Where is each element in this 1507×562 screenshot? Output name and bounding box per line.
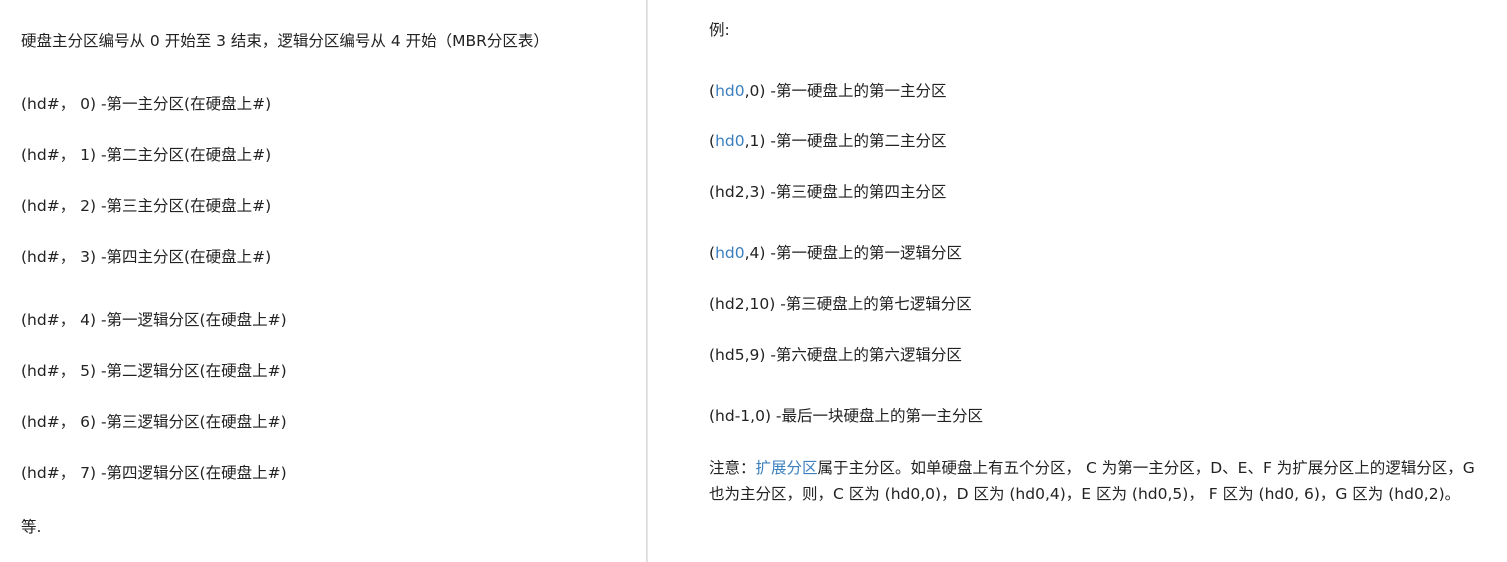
example-entry: (hd0,1) -第一硬盘上的第二主分区	[709, 131, 946, 151]
hd0-link[interactable]: hd0	[715, 132, 745, 150]
etc-text: 等.	[21, 518, 42, 536]
partition-entry: (hd#， 7) -第四逻辑分区(在硬盘上#)	[21, 464, 287, 482]
example-rest: ,4) -第一硬盘上的第一逻辑分区	[744, 244, 962, 262]
example-entry: (hd5,9) -第六硬盘上的第六逻辑分区	[709, 345, 962, 365]
partition-entry: (hd#， 2) -第三主分区(在硬盘上#)	[21, 197, 272, 215]
partition-entry: (hd#， 1) -第二主分区(在硬盘上#)	[21, 146, 272, 164]
example-entry: (hd2,10) -第三硬盘上的第七逻辑分区	[709, 294, 972, 314]
example-rest: ,0) -第一硬盘上的第一主分区	[744, 82, 947, 100]
partition-entry: (hd#， 3) -第四主分区(在硬盘上#)	[21, 248, 272, 266]
example-entry: (hd-1,0) -最后一块硬盘上的第一主分区	[709, 406, 983, 426]
example-rest: (hd2,3) -第三硬盘上的第四主分区	[709, 183, 947, 201]
example-rest: ,1) -第一硬盘上的第二主分区	[744, 132, 947, 150]
partition-entry: (hd#， 5) -第二逻辑分区(在硬盘上#)	[21, 362, 287, 380]
example-rest: (hd2,10) -第三硬盘上的第七逻辑分区	[709, 295, 972, 313]
example-entry: (hd2,3) -第三硬盘上的第四主分区	[709, 182, 946, 202]
example-entry: (hd0,4) -第一硬盘上的第一逻辑分区	[709, 243, 962, 263]
partition-entry: (hd#， 4) -第一逻辑分区(在硬盘上#)	[21, 311, 287, 329]
hd0-link[interactable]: hd0	[715, 244, 745, 262]
example-rest: (hd-1,0) -最后一块硬盘上的第一主分区	[709, 407, 984, 425]
note-label: 注意：	[709, 459, 756, 477]
example-label: 例:	[709, 21, 730, 39]
note-text: 属于主分区。如单硬盘上有五个分区， C 为第一主分区，D、E、F 为扩展分区上的…	[709, 459, 1475, 503]
partition-entry: (hd#， 0) -第一主分区(在硬盘上#)	[21, 95, 272, 113]
note-paragraph: 注意：扩展分区属于主分区。如单硬盘上有五个分区， C 为第一主分区，D、E、F …	[709, 455, 1479, 507]
example-rest: (hd5,9) -第六硬盘上的第六逻辑分区	[709, 346, 962, 364]
right-panel: 例: (hd0,0) -第一硬盘上的第一主分区 (hd0,1) -第一硬盘上的第…	[648, 0, 1507, 562]
left-panel: 硬盘主分区编号从 0 开始至 3 结束，逻辑分区编号从 4 开始（MBR分区表）…	[0, 0, 646, 562]
partition-entry: (hd#， 6) -第三逻辑分区(在硬盘上#)	[21, 413, 287, 431]
example-entry: (hd0,0) -第一硬盘上的第一主分区	[709, 81, 946, 101]
intro-text: 硬盘主分区编号从 0 开始至 3 结束，逻辑分区编号从 4 开始（MBR分区表）	[21, 32, 549, 50]
hd0-link[interactable]: hd0	[715, 82, 745, 100]
extended-partition-link[interactable]: 扩展分区	[756, 459, 818, 477]
